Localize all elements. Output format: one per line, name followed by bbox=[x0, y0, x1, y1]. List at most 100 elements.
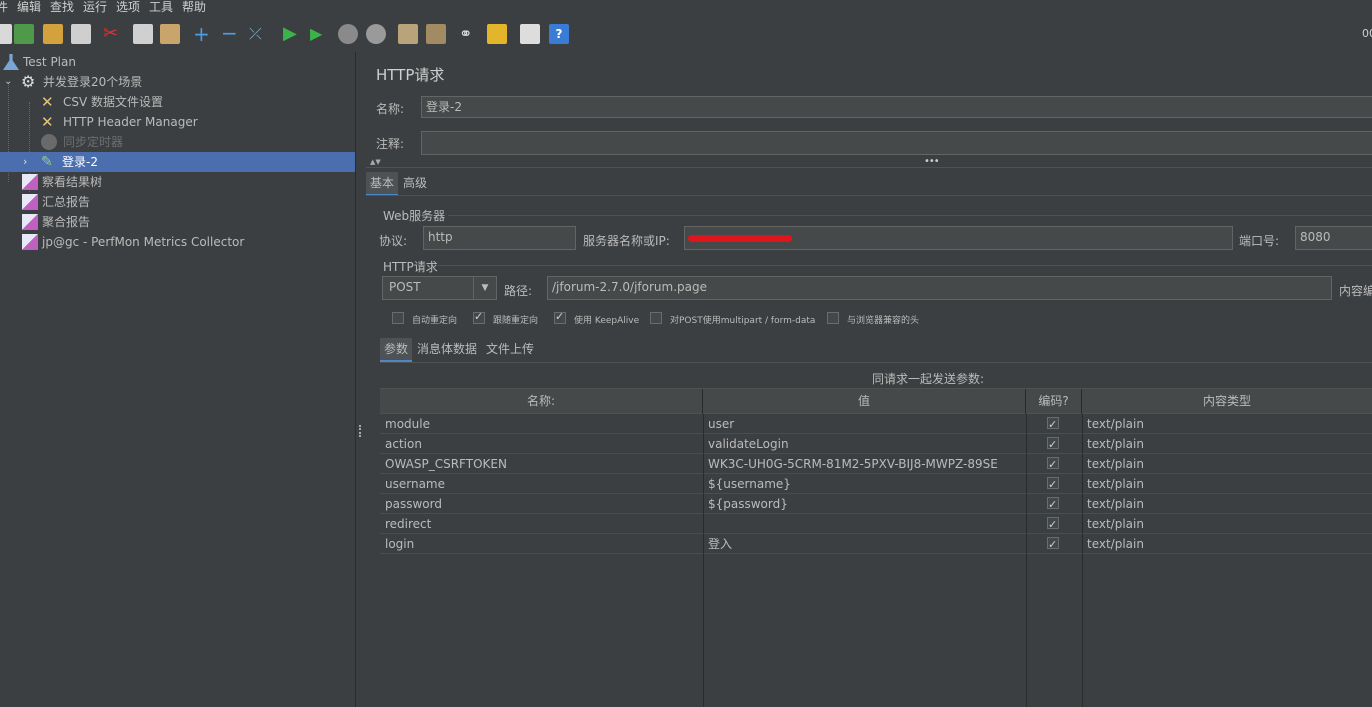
column-header-name[interactable]: 名称: bbox=[380, 389, 703, 414]
toggle-icon[interactable]: ⤫ bbox=[249, 24, 269, 44]
encode-checkbox[interactable] bbox=[1047, 435, 1059, 454]
splitter-dots-icon[interactable]: ••• bbox=[924, 156, 940, 167]
reset-search-icon[interactable] bbox=[487, 24, 507, 44]
param-content-type-cell[interactable]: text/plain bbox=[1082, 454, 1372, 474]
browser-headers-checkbox[interactable] bbox=[827, 312, 839, 324]
table-row[interactable]: moduleuser text/plain bbox=[380, 414, 1372, 434]
tree-item-aggregate-report[interactable]: 聚合报告 bbox=[0, 212, 355, 232]
paste-icon[interactable] bbox=[160, 24, 180, 44]
tree-item-test-plan[interactable]: Test Plan bbox=[0, 52, 355, 72]
param-value-cell[interactable]: ${password} bbox=[703, 494, 1026, 514]
tree-item-login-2[interactable]: › ✎ 登录-2 bbox=[0, 152, 355, 172]
tab-advanced[interactable]: 高级 bbox=[399, 172, 431, 194]
server-field[interactable] bbox=[684, 226, 1233, 250]
param-name-cell[interactable]: OWASP_CSRFTOKEN bbox=[380, 454, 703, 474]
table-row[interactable]: redirect text/plain bbox=[380, 514, 1372, 534]
encode-checkbox[interactable] bbox=[1047, 515, 1059, 534]
param-content-type-cell[interactable]: text/plain bbox=[1082, 534, 1372, 554]
param-content-type-cell[interactable]: text/plain bbox=[1082, 474, 1372, 494]
clear-icon[interactable] bbox=[398, 24, 418, 44]
function-helper-icon[interactable] bbox=[520, 24, 540, 44]
tree-item-perfmon-collector[interactable]: jp@gc - PerfMon Metrics Collector bbox=[0, 232, 355, 252]
search-icon[interactable]: ⚭ bbox=[459, 24, 479, 44]
table-row[interactable]: OWASP_CSRFTOKEN WK3C-UH0G-5CRM-81M2-5PXV-… bbox=[380, 454, 1372, 474]
chevron-down-icon[interactable]: ⌄ bbox=[4, 72, 12, 92]
menu-file[interactable]: 件 bbox=[0, 0, 8, 15]
open-icon[interactable] bbox=[14, 24, 34, 44]
clear-all-icon[interactable] bbox=[426, 24, 446, 44]
menu-options[interactable]: 选项 bbox=[116, 0, 140, 15]
param-value-cell[interactable] bbox=[703, 514, 1026, 534]
param-value-cell[interactable]: 登入 bbox=[703, 534, 1026, 554]
param-content-type-cell[interactable]: text/plain bbox=[1082, 514, 1372, 534]
encode-checkbox[interactable] bbox=[1047, 415, 1059, 434]
param-name-cell[interactable]: password bbox=[380, 494, 703, 514]
tree-item-summary-report[interactable]: 汇总报告 bbox=[0, 192, 355, 212]
menu-help[interactable]: 帮助 bbox=[182, 0, 206, 15]
encode-checkbox[interactable] bbox=[1047, 535, 1059, 554]
tab-body-data[interactable]: 消息体数据 bbox=[413, 338, 481, 360]
param-name-cell[interactable]: action bbox=[380, 434, 703, 454]
menu-search[interactable]: 查找 bbox=[50, 0, 74, 15]
stop-icon[interactable] bbox=[338, 24, 358, 44]
follow-redirect-checkbox[interactable] bbox=[473, 310, 485, 324]
table-row[interactable]: actionvalidateLogin text/plain bbox=[380, 434, 1372, 454]
param-encode-cell[interactable] bbox=[1026, 534, 1082, 554]
tree-item-view-results-tree[interactable]: 察看结果树 bbox=[0, 172, 355, 192]
multipart-checkbox[interactable] bbox=[650, 312, 662, 324]
comment-field[interactable] bbox=[421, 131, 1372, 155]
auto-redirect-checkbox[interactable] bbox=[392, 312, 404, 324]
param-value-cell[interactable]: user bbox=[703, 414, 1026, 434]
param-name-cell[interactable]: redirect bbox=[380, 514, 703, 534]
tab-files-upload[interactable]: 文件上传 bbox=[482, 338, 538, 360]
split-divider[interactable] bbox=[355, 52, 366, 707]
table-row[interactable]: login登入 text/plain bbox=[380, 534, 1372, 554]
start-icon[interactable]: ▶ bbox=[283, 24, 303, 44]
encode-checkbox[interactable] bbox=[1047, 495, 1059, 514]
add-icon[interactable]: + bbox=[193, 24, 213, 44]
menu-run[interactable]: 运行 bbox=[83, 0, 107, 15]
tree-item-header-manager[interactable]: ✕ HTTP Header Manager bbox=[0, 112, 355, 132]
param-value-cell[interactable]: ${username} bbox=[703, 474, 1026, 494]
param-name-cell[interactable]: module bbox=[380, 414, 703, 434]
column-header-encode[interactable]: 编码? bbox=[1026, 389, 1082, 414]
table-row[interactable]: username${username} text/plain bbox=[380, 474, 1372, 494]
tree-item-sync-timer[interactable]: 同步定时器 bbox=[0, 132, 355, 152]
port-field[interactable]: 8080 bbox=[1295, 226, 1372, 250]
tab-parameters[interactable]: 参数 bbox=[380, 338, 413, 362]
template-icon[interactable] bbox=[0, 24, 12, 44]
table-row[interactable]: password${password} text/plain bbox=[380, 494, 1372, 514]
protocol-field[interactable]: http bbox=[423, 226, 576, 250]
name-field[interactable]: 登录-2 bbox=[421, 96, 1372, 118]
menu-edit[interactable]: 编辑 bbox=[17, 0, 41, 15]
param-value-cell[interactable]: WK3C-UH0G-5CRM-81M2-5PXV-BIJ8-MWPZ-89SE bbox=[703, 454, 1026, 474]
tree-item-csv-data-set[interactable]: ✕ CSV 数据文件设置 bbox=[0, 92, 355, 112]
encode-checkbox[interactable] bbox=[1047, 455, 1059, 474]
param-content-type-cell[interactable]: text/plain bbox=[1082, 434, 1372, 454]
column-header-content-type[interactable]: 内容类型 bbox=[1082, 389, 1372, 414]
tree-item-thread-group[interactable]: ⌄ ⚙ 并发登录20个场景 bbox=[0, 72, 355, 92]
param-value-cell[interactable]: validateLogin bbox=[703, 434, 1026, 454]
param-name-cell[interactable]: login bbox=[380, 534, 703, 554]
method-select[interactable]: POST ▼ bbox=[382, 276, 497, 300]
param-encode-cell[interactable] bbox=[1026, 514, 1082, 534]
param-encode-cell[interactable] bbox=[1026, 474, 1082, 494]
tab-basic[interactable]: 基本 bbox=[366, 172, 399, 196]
dropdown-arrow-icon[interactable]: ▼ bbox=[473, 277, 496, 299]
copy-icon[interactable] bbox=[133, 24, 153, 44]
collapse-arrows-icon[interactable]: ▲▼ bbox=[370, 158, 381, 166]
keepalive-checkbox[interactable] bbox=[554, 310, 566, 324]
save-icon[interactable] bbox=[71, 24, 91, 44]
split-handle-icon[interactable] bbox=[359, 425, 363, 437]
param-content-type-cell[interactable]: text/plain bbox=[1082, 494, 1372, 514]
path-field[interactable]: /jforum-2.7.0/jforum.page bbox=[547, 276, 1332, 300]
start-no-pause-icon[interactable]: ▶ bbox=[310, 24, 330, 44]
chevron-right-icon[interactable]: › bbox=[23, 152, 27, 172]
shutdown-icon[interactable] bbox=[366, 24, 386, 44]
param-encode-cell[interactable] bbox=[1026, 414, 1082, 434]
column-header-value[interactable]: 值 bbox=[703, 389, 1026, 414]
param-encode-cell[interactable] bbox=[1026, 434, 1082, 454]
param-content-type-cell[interactable]: text/plain bbox=[1082, 414, 1372, 434]
menu-tools[interactable]: 工具 bbox=[149, 0, 173, 15]
help-icon[interactable]: ? bbox=[549, 24, 569, 44]
